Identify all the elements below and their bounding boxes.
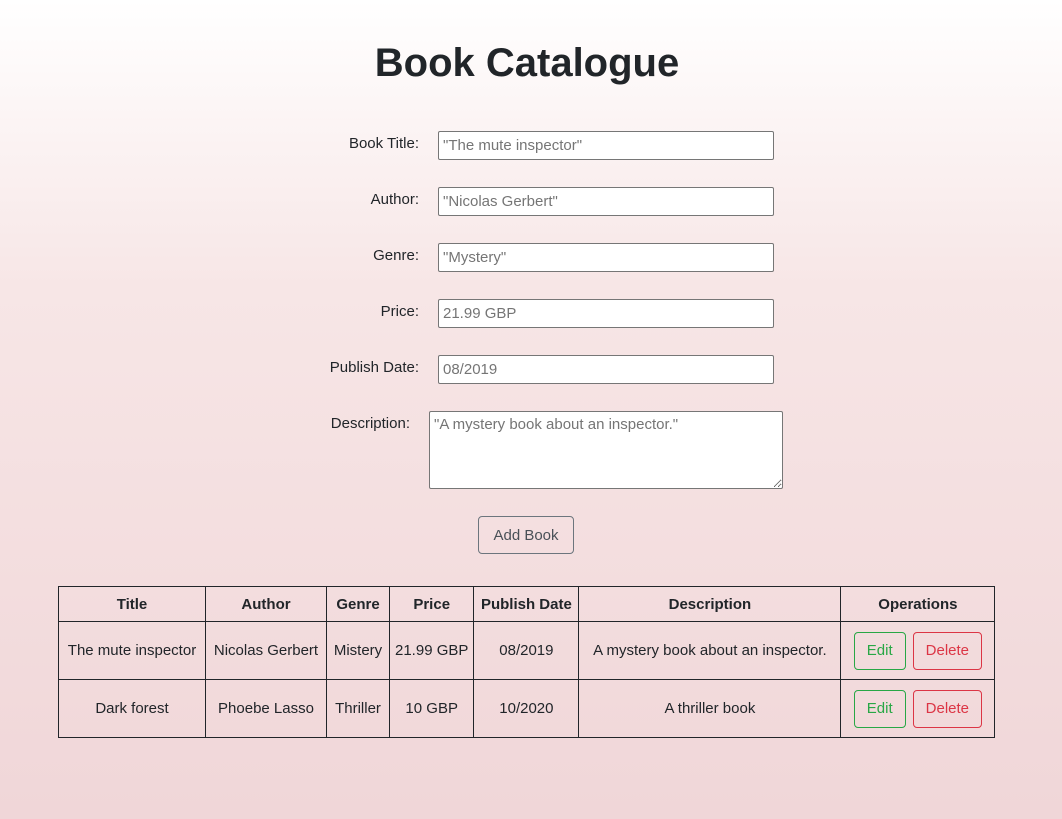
cell-author: Phoebe Lasso [205, 679, 327, 738]
add-book-button[interactable]: Add Book [478, 516, 574, 554]
cell-operations: Edit Delete [840, 679, 996, 738]
book-title-label: Book Title: [348, 135, 419, 152]
cell-title: The mute inspector [58, 621, 206, 680]
cell-operations: Edit Delete [840, 621, 996, 680]
table-row: The mute inspector Nicolas Gerbert Miste… [58, 621, 996, 680]
cell-title: Dark forest [58, 679, 206, 738]
edit-button[interactable]: Edit [853, 631, 906, 670]
header-publish-date: Publish Date [473, 586, 580, 622]
delete-button[interactable]: Delete [912, 631, 982, 670]
header-author: Author [205, 586, 327, 622]
price-label: Price: [380, 303, 419, 320]
description-textarea[interactable] [429, 411, 783, 489]
genre-label: Genre: [373, 247, 419, 264]
cell-description: A thriller book [578, 679, 842, 738]
cell-publish-date: 10/2020 [473, 679, 580, 738]
cell-description: A mystery book about an inspector. [578, 621, 842, 680]
books-table: Title Author Genre Price Publish Date De… [58, 586, 996, 738]
delete-button[interactable]: Delete [912, 689, 982, 728]
cell-genre: Thriller [326, 679, 390, 738]
price-input[interactable] [438, 299, 774, 328]
book-title-input[interactable] [438, 131, 774, 160]
description-label: Description: [330, 415, 410, 432]
header-title: Title [58, 586, 206, 622]
table-header-row: Title Author Genre Price Publish Date De… [58, 586, 996, 622]
edit-button[interactable]: Edit [853, 689, 906, 728]
cell-publish-date: 08/2019 [473, 621, 580, 680]
cell-price: 10 GBP [388, 679, 475, 738]
header-operations: Operations [840, 586, 996, 622]
page-title: Book Catalogue [374, 41, 680, 85]
author-label: Author: [370, 191, 419, 208]
genre-input[interactable] [438, 243, 774, 272]
cell-author: Nicolas Gerbert [205, 621, 327, 680]
header-price: Price [388, 586, 475, 622]
cell-genre: Mistery [326, 621, 390, 680]
publish-date-input[interactable] [438, 355, 774, 384]
table-row: Dark forest Phoebe Lasso Thriller 10 GBP… [58, 679, 996, 738]
header-description: Description [578, 586, 842, 622]
author-input[interactable] [438, 187, 774, 216]
publish-date-label: Publish Date: [329, 359, 419, 376]
cell-price: 21.99 GBP [388, 621, 475, 680]
header-genre: Genre [326, 586, 390, 622]
